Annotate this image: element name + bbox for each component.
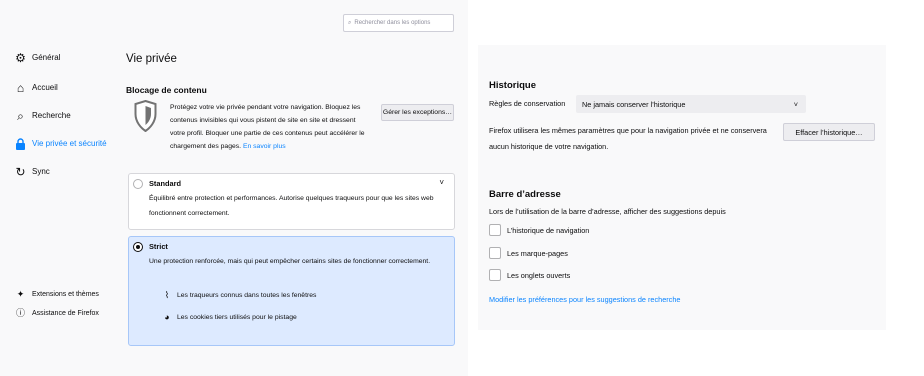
suggest-history-checkbox[interactable]: L’historique de navigation: [489, 224, 589, 236]
preferences-page: ⌕ Rechercher dans les options ⚙ Général …: [0, 0, 468, 376]
search-icon: ⌕: [348, 19, 352, 26]
strict-feature-trackers: ⌇ Les traqueurs connus dans toutes les f…: [162, 290, 317, 301]
cookie-icon: ◕: [164, 312, 170, 322]
history-description: Firefox utilisera les mêmes paramètres q…: [489, 126, 767, 151]
puzzle-icon: ✦: [16, 289, 25, 299]
lock-icon: [14, 137, 27, 150]
page-title: Vie privée: [126, 53, 177, 65]
sidebar-item-label: Assistance de Firefox: [32, 310, 99, 317]
tracker-icon: ⌇: [164, 290, 170, 300]
strict-description: Une protection renforcée, mais qui peut …: [149, 258, 431, 265]
sync-icon: ↻: [15, 164, 26, 179]
strict-option[interactable]: Strict Une protection renforcée, mais qu…: [128, 236, 455, 346]
standard-description: Équilibré entre protection et performanc…: [149, 195, 434, 217]
standard-radio[interactable]: [133, 179, 143, 189]
checkbox-label: L’historique de navigation: [507, 225, 590, 235]
sidebar-item-label: Sync: [32, 167, 50, 176]
shield-icon: [134, 100, 157, 132]
home-icon: ⌂: [16, 80, 25, 95]
checkbox-label: Les marque-pages: [507, 248, 568, 258]
search-placeholder: Rechercher dans les options: [354, 20, 431, 26]
search-suggestions-link[interactable]: Modifier les préférences pour les sugges…: [489, 295, 680, 304]
sidebar-item-sync[interactable]: ↻ Sync: [14, 164, 50, 179]
sidebar-item-general[interactable]: ⚙ Général: [14, 51, 60, 64]
manage-exceptions-button[interactable]: Gérer les exceptions…: [381, 104, 454, 121]
sidebar-item-label: Extensions et thèmes: [32, 291, 99, 298]
address-bar-description: Lors de l’utilisation de la barre d’adre…: [489, 207, 726, 216]
strict-feature-cookies: ◕ Les cookies tiers utilisés pour le pis…: [162, 312, 297, 322]
history-retention-select[interactable]: Ne jamais conserver l’historique ˅: [576, 95, 806, 113]
standard-label: Standard: [149, 179, 182, 188]
history-heading: Historique: [489, 80, 536, 91]
history-and-address-panel: Historique Règles de conservation Ne jam…: [478, 45, 886, 330]
checkbox[interactable]: [489, 247, 501, 259]
suggest-bookmarks-checkbox[interactable]: Les marque-pages: [489, 247, 568, 259]
sidebar-item-label: Accueil: [32, 83, 58, 92]
sidebar-item-extensions[interactable]: ✦ Extensions et thèmes: [14, 288, 99, 301]
select-value: Ne jamais conserver l’historique: [582, 99, 686, 109]
checkbox[interactable]: [489, 224, 501, 236]
sidebar-item-label: Recherche: [32, 111, 71, 120]
feature-label: Les traqueurs connus dans toutes les fen…: [177, 292, 317, 299]
feature-label: Les cookies tiers utilisés pour le pista…: [177, 313, 297, 321]
sidebar-item-label: Vie privée et sécurité: [32, 139, 107, 148]
retention-rules-label: Règles de conservation: [489, 99, 566, 108]
sidebar-item-home[interactable]: ⌂ Accueil: [14, 81, 58, 94]
strict-radio[interactable]: [133, 242, 143, 252]
content-blocking-heading: Blocage de contenu: [126, 85, 207, 95]
gear-icon: ⚙: [15, 50, 26, 65]
standard-option[interactable]: Standard ˅ Équilibré entre protection et…: [128, 173, 455, 230]
chevron-down-icon: ˅: [793, 99, 798, 109]
search-icon: ⌕: [17, 108, 24, 123]
sidebar-item-search[interactable]: ⌕ Recherche: [14, 109, 71, 122]
sidebar-item-privacy[interactable]: Vie privée et sécurité: [14, 137, 107, 150]
strict-label: Strict: [149, 242, 168, 251]
checkbox-label: Les onglets ouverts: [507, 270, 571, 280]
clear-history-button[interactable]: Effacer l’historique…: [783, 123, 875, 141]
content-blocking-intro: Protégez votre vie privée pendant votre …: [170, 101, 370, 153]
help-icon: ⓘ: [15, 308, 25, 318]
chevron-down-icon[interactable]: ˅: [439, 178, 444, 187]
sidebar-item-label: Général: [32, 53, 61, 62]
checkbox[interactable]: [489, 269, 501, 281]
address-bar-heading: Barre d’adresse: [489, 189, 561, 200]
search-input[interactable]: ⌕ Rechercher dans les options: [343, 14, 454, 32]
learn-more-link[interactable]: En savoir plus: [243, 143, 286, 150]
sidebar-item-support[interactable]: ⓘ Assistance de Firefox: [14, 307, 99, 320]
suggest-open-tabs-checkbox[interactable]: Les onglets ouverts: [489, 269, 570, 281]
